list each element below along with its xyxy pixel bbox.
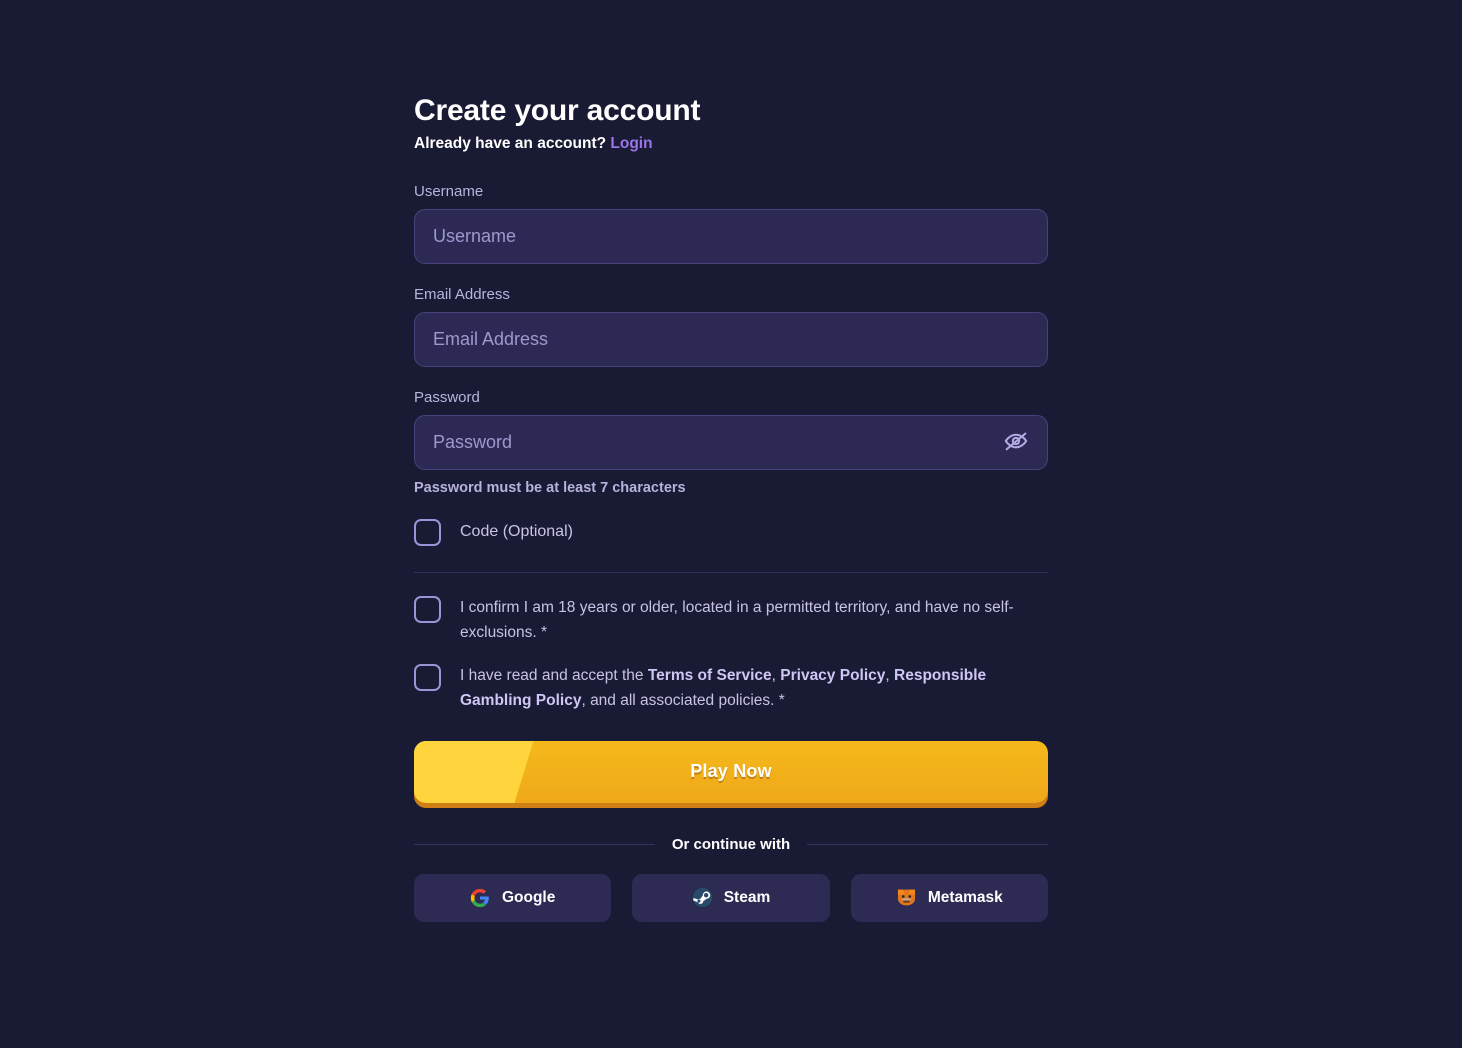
username-label: Username (414, 182, 484, 200)
username-field-group: Username (414, 183, 1048, 264)
terms-acceptance-row[interactable]: I have read and accept the Terms of Serv… (414, 663, 1048, 713)
button-shine (414, 740, 534, 803)
policy-link[interactable]: Privacy Policy (780, 667, 885, 684)
metamask-login-button[interactable]: Metamask (850, 873, 1048, 922)
section-divider (414, 571, 1048, 573)
google-login-label: Google (501, 888, 556, 906)
steam-login-label: Steam (723, 888, 771, 906)
code-option-checkbox[interactable] (414, 518, 441, 546)
signup-form: Create your account Already have an acco… (414, 94, 1048, 922)
consent-group: I confirm I am 18 years or older, locate… (414, 595, 1048, 713)
play-now-button[interactable]: Play Now (414, 740, 1048, 803)
email-field-group: Email Address (414, 286, 1048, 367)
steam-login-button[interactable]: Steam (632, 873, 830, 922)
username-input-shell[interactable] (414, 208, 1048, 264)
signup-page: Create your account Already have an acco… (0, 0, 1462, 1048)
email-input-shell[interactable] (414, 311, 1048, 367)
password-label: Password (414, 388, 480, 406)
password-input[interactable] (415, 415, 1047, 469)
code-option-row[interactable]: Code (Optional) (414, 518, 1048, 546)
social-divider: Or continue with (414, 836, 1048, 853)
login-link[interactable]: Login (610, 135, 652, 152)
metamask-login-label: Metamask (927, 888, 1003, 906)
social-divider-label: Or continue with (671, 835, 791, 853)
email-label: Email Address (414, 285, 510, 303)
social-login-row: Google Steam Metamask (414, 873, 1048, 922)
password-helper-text: Password must be at least 7 characters (414, 479, 686, 496)
password-input-shell[interactable] (414, 414, 1048, 470)
code-option-label: Code (Optional) (460, 522, 573, 540)
play-now-label: Play Now (690, 761, 772, 782)
metamask-icon (896, 887, 917, 908)
eye-off-icon (1003, 428, 1029, 457)
terms-acceptance-label: I have read and accept the Terms of Serv… (460, 666, 987, 709)
google-login-button[interactable]: Google (414, 873, 612, 922)
login-prompt-text: Already have an account? (414, 134, 607, 152)
username-input[interactable] (415, 209, 1047, 263)
password-field-group: Password Password must be at least 7 cha… (414, 389, 1048, 496)
login-prompt: Already have an account? Login (414, 135, 1048, 153)
google-icon (470, 887, 491, 908)
divider-rule-left (414, 843, 655, 845)
page-title: Create your account (414, 94, 701, 127)
age-confirmation-row[interactable]: I confirm I am 18 years or older, locate… (414, 595, 1048, 645)
divider-rule-right (807, 843, 1048, 845)
steam-icon (691, 887, 713, 909)
policy-link[interactable]: Terms of Service (648, 667, 772, 684)
terms-acceptance-checkbox[interactable] (414, 663, 441, 691)
password-visibility-toggle[interactable] (1001, 427, 1031, 457)
age-confirmation-label: I confirm I am 18 years or older, locate… (460, 598, 1014, 641)
email-input[interactable] (415, 312, 1047, 366)
age-confirmation-checkbox[interactable] (414, 595, 441, 623)
